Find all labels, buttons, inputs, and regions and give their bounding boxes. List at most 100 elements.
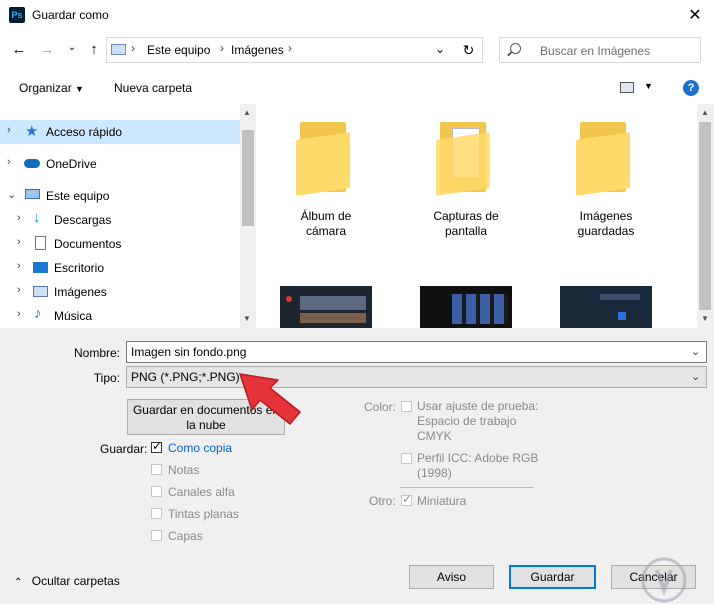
image-thumbnail[interactable] [280, 286, 372, 328]
scroll-down-icon[interactable]: ▼ [243, 314, 251, 323]
hide-folders-label: Ocultar carpetas [31, 574, 120, 588]
sidebar-item-onedrive[interactable]: › OneDrive [0, 152, 240, 176]
sidebar-item-este-equipo[interactable]: ⌄ Este equipo [0, 184, 240, 208]
pictures-folder-icon [111, 44, 126, 55]
window-title: Guardar como [32, 8, 109, 22]
new-folder-button[interactable]: Nueva carpeta [114, 81, 192, 95]
scroll-up-icon[interactable]: ▲ [701, 108, 709, 117]
chevron-down-icon: ▼ [75, 84, 84, 94]
sidebar-item-label: Música [54, 309, 93, 323]
search-input[interactable]: Buscar en Imágenes [499, 37, 701, 63]
chevron-right-icon[interactable]: › [7, 156, 11, 168]
capas-checkbox[interactable] [151, 530, 162, 541]
breadcrumb-imagenes[interactable]: Imágenes [231, 43, 284, 57]
address-bar[interactable]: › Este equipo › Imágenes › ⌄ [106, 37, 483, 63]
chevron-right-icon[interactable]: › [17, 212, 21, 224]
divider [400, 487, 534, 488]
chevron-down-icon[interactable]: ⌄ [7, 188, 16, 201]
como-copia-checkbox[interactable]: ✓ [151, 439, 162, 453]
file-list-scrollbar-thumb[interactable] [699, 122, 711, 310]
proof-setup-checkbox[interactable] [401, 401, 412, 412]
chevron-down-icon[interactable]: ⌄ [691, 370, 700, 383]
folder-icon[interactable] [436, 122, 492, 196]
sidebar-item-label: OneDrive [46, 157, 97, 171]
icc-profile-label: Perfil ICC: Adobe RGB (1998) [417, 451, 539, 480]
sidebar-item-imagenes[interactable]: › Imágenes [0, 280, 240, 304]
back-arrow-icon[interactable]: ← [9, 40, 29, 60]
image-thumbnail[interactable] [560, 286, 652, 328]
hide-folders-toggle[interactable]: ⌃ Ocultar carpetas [14, 574, 120, 588]
help-icon[interactable]: ? [683, 80, 699, 96]
chevron-right-icon[interactable]: › [7, 124, 11, 136]
capas-label: Capas [168, 529, 203, 543]
recent-locations-chevron-icon[interactable]: ⌄ [62, 38, 82, 58]
title-bar: Ps Guardar como ✕ [0, 0, 714, 32]
tintas-planas-label: Tintas planas [168, 507, 239, 521]
star-icon: ★ [25, 123, 39, 140]
download-icon: ↓ [33, 209, 41, 226]
search-placeholder: Buscar en Imágenes [540, 44, 651, 58]
sidebar-item-documentos[interactable]: › Documentos [0, 232, 240, 256]
folder-label-album-de-camara[interactable]: Álbum de cámara [271, 209, 381, 239]
tintas-planas-checkbox[interactable] [151, 508, 162, 519]
guardar-options-label: Guardar: [100, 442, 148, 456]
pictures-icon [33, 286, 48, 297]
image-thumbnail[interactable] [420, 286, 512, 328]
computer-icon [25, 189, 40, 199]
breadcrumb-separator: › [288, 41, 292, 55]
photoshop-app-icon: Ps [9, 7, 25, 23]
chevron-right-icon[interactable]: › [17, 284, 21, 296]
sidebar-item-escritorio[interactable]: › Escritorio [0, 256, 240, 280]
breadcrumb-separator: › [131, 41, 135, 55]
search-icon [510, 43, 521, 54]
canales-alfa-checkbox[interactable] [151, 486, 162, 497]
desktop-icon [33, 262, 48, 273]
scroll-up-icon[interactable]: ▲ [243, 108, 251, 117]
close-button[interactable]: ✕ [680, 4, 710, 28]
organize-button[interactable]: Organizar ▼ [19, 81, 84, 95]
file-list-pane[interactable]: Álbum de cámara Capturas de pantalla Imáge… [256, 104, 698, 328]
aviso-button[interactable]: Aviso [409, 565, 494, 589]
sidebar-scrollbar-thumb[interactable] [242, 130, 254, 226]
up-arrow-icon[interactable]: ↑ [84, 40, 104, 60]
sidebar-item-descargas[interactable]: › ↓ Descargas [0, 208, 240, 232]
save-button[interactable]: Guardar [509, 565, 596, 589]
proof-setup-label: Usar ajuste de prueba: Espacio de trabaj… [417, 399, 539, 443]
scroll-down-icon[interactable]: ▼ [701, 314, 709, 323]
sidebar-item-musica[interactable]: › ♪ Música [0, 304, 240, 328]
sidebar-item-label: Imágenes [54, 285, 107, 299]
icc-profile-checkbox[interactable] [401, 453, 412, 464]
breadcrumb-este-equipo[interactable]: Este equipo [147, 43, 210, 57]
thumbnail-checkbox[interactable]: ✓ [401, 492, 413, 506]
thumbnail-label: Miniatura [417, 494, 467, 508]
file-type-select[interactable]: PNG (*.PNG;*.PNG) ⌄ [126, 366, 707, 388]
sidebar-item-label: Este equipo [46, 189, 110, 203]
como-copia-label[interactable]: Como copia [168, 441, 232, 455]
refresh-button[interactable]: ↻ [455, 37, 483, 63]
document-icon [35, 236, 46, 250]
chevron-right-icon[interactable]: › [17, 236, 21, 248]
filename-input[interactable]: Imagen sin fondo.png ⌄ [126, 341, 707, 363]
chevron-right-icon[interactable]: › [17, 260, 21, 272]
folder-label-imagenes-guardadas[interactable]: Imágenes guardadas [551, 209, 661, 239]
chevron-right-icon[interactable]: › [17, 308, 21, 320]
folder-icon[interactable] [296, 122, 352, 196]
breadcrumb-separator: › [220, 41, 224, 55]
sidebar-item-acceso-rapido[interactable]: › ★ Acceso rápido [0, 120, 240, 144]
folder-label-capturas-de-pantalla[interactable]: Capturas de pantalla [411, 209, 521, 239]
view-dropdown-chevron-icon[interactable]: ▼ [644, 81, 653, 91]
chevron-down-icon[interactable]: ⌄ [691, 345, 700, 358]
otro-label: Otro: [369, 494, 396, 508]
forward-arrow-icon[interactable]: → [37, 40, 57, 60]
checkmark-icon: ✓ [402, 492, 413, 506]
red-pointer-arrow-icon [239, 373, 301, 425]
cloud-icon [24, 159, 40, 168]
notas-checkbox[interactable] [151, 464, 162, 475]
address-dropdown-chevron-icon[interactable]: ⌄ [435, 42, 445, 56]
sidebar-item-label: Acceso rápido [46, 125, 123, 139]
view-options-icon[interactable] [620, 82, 634, 93]
folder-icon[interactable] [576, 122, 632, 196]
type-label: Tipo: [93, 371, 120, 385]
sidebar-item-label: Documentos [54, 237, 122, 251]
filename-value: Imagen sin fondo.png [131, 345, 247, 359]
